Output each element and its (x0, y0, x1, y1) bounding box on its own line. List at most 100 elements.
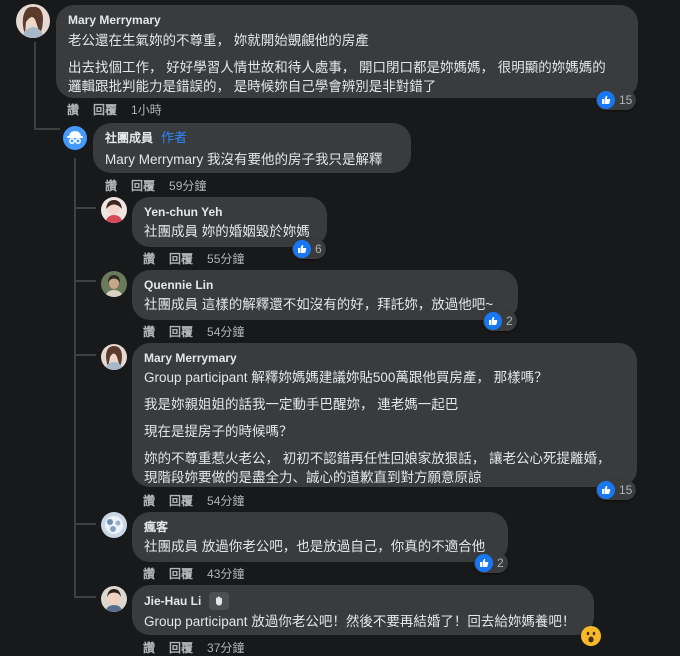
avatar[interactable] (101, 271, 127, 297)
comment-text: 出去找個工作， 好好學習人情世故和待人處事， 開口閉口都是妳媽媽， 很明顯的妳媽… (68, 60, 606, 75)
like-button[interactable]: 讚 (67, 101, 79, 118)
avatar[interactable] (101, 344, 127, 370)
comment-author[interactable]: 社團成員 作者 (105, 130, 399, 146)
comment-actions: 讚 回覆 43分鐘 (143, 565, 244, 582)
reaction-number: 6 (315, 242, 322, 256)
comment-text: 我是妳親姐姐的話我一定動手巴醒妳， 連老媽一起巴 (144, 397, 459, 412)
timestamp[interactable]: 59分鐘 (169, 177, 206, 194)
avatar[interactable] (101, 586, 127, 612)
like-icon (484, 312, 502, 330)
like-button[interactable]: 讚 (105, 177, 117, 194)
comment-body: 這樣的解釋還不如沒有的好，拜託妳，放過他吧~ (201, 297, 494, 312)
comment-actions: 讚 回覆 55分鐘 (143, 250, 244, 267)
comment-bubble: Mary Merrymary Group participant 解釋妳媽媽建議… (132, 343, 637, 487)
comment-text: 邏輯跟批判能力是錯誤的， 是時候妳自己學會辨別是非對錯了 (68, 79, 437, 94)
reply-button[interactable]: 回覆 (169, 250, 193, 267)
mention-link[interactable]: Mary Merrymary (105, 152, 203, 167)
comment-author[interactable]: 瘋客 (144, 519, 496, 535)
timestamp[interactable]: 1小時 (131, 101, 162, 118)
author-name[interactable]: Mary Merrymary (68, 12, 161, 28)
comment-text: 社團成員 放過你老公吧，也是放過自己，你真的不適合他 (144, 537, 496, 556)
mention-link[interactable]: Group participant (144, 614, 248, 629)
comment-body: 我沒有要他的房子我只是解釋 (207, 152, 383, 167)
comment-body: 解釋妳媽媽建議妳貼500萬跟他買房產， 那樣嗎？ (251, 370, 548, 385)
mention-link[interactable]: Group participant (144, 370, 248, 385)
reaction-number: 15 (619, 93, 633, 107)
author-name[interactable]: 瘋客 (144, 519, 168, 535)
comment-actions: 讚 回覆 37分鐘 (143, 639, 244, 656)
reaction-count[interactable]: 2 (474, 553, 508, 573)
comment-text: 現階段妳要做的是盡全力、誠心的道歉直到對方願意原諒 (144, 470, 482, 485)
anonymous-member-icon[interactable] (63, 126, 87, 150)
wow-icon[interactable] (581, 626, 601, 646)
like-button[interactable]: 讚 (143, 639, 155, 656)
comment-text: Mary Merrymary 我沒有要他的房子我只是解釋 (105, 150, 399, 169)
thread-line-branch (74, 207, 96, 209)
thread-line-replies (74, 158, 76, 598)
comment-actions: 讚 回覆 54分鐘 (143, 492, 244, 509)
comment-bubble: Mary Merrymary 老公還在生氣妳的不尊重， 妳就開始覬覦他的房產 出… (56, 5, 638, 98)
reaction-number: 2 (497, 556, 504, 570)
timestamp[interactable]: 54分鐘 (207, 323, 244, 340)
author-badge: 作者 (161, 130, 188, 145)
reaction-count[interactable]: 6 (292, 239, 326, 259)
like-button[interactable]: 讚 (143, 492, 155, 509)
like-button[interactable]: 讚 (143, 250, 155, 267)
like-icon (597, 91, 615, 109)
reaction-count[interactable]: 15 (596, 480, 637, 500)
mention-link[interactable]: 社團成員 (144, 224, 198, 239)
comment-actions: 讚 回覆 54分鐘 (143, 323, 244, 340)
comment-bubble: 瘋客 社團成員 放過你老公吧，也是放過自己，你真的不適合他 (132, 512, 508, 562)
author-name[interactable]: Jie-Hau Li (144, 593, 201, 609)
comment-text: 老公還在生氣妳的不尊重， 妳就開始覬覦他的房產 (68, 33, 369, 48)
timestamp[interactable]: 37分鐘 (207, 639, 244, 656)
comment-author[interactable]: Quennie Lin (144, 277, 506, 293)
comment-author[interactable]: Jie-Hau Li (144, 592, 582, 610)
comment-text: Group participant 解釋妳媽媽建議妳貼500萬跟他買房產， 那樣… (144, 368, 625, 387)
reply-button[interactable]: 回覆 (169, 639, 193, 656)
comment-author[interactable]: Mary Merrymary (144, 350, 625, 366)
thread-line-branch (74, 523, 96, 525)
like-button[interactable]: 讚 (143, 323, 155, 340)
reaction-number: 2 (506, 314, 513, 328)
thread-line-main (34, 42, 36, 130)
reply-button[interactable]: 回覆 (93, 101, 117, 118)
mention-link[interactable]: 社團成員 (144, 539, 198, 554)
comment-text: 社團成員 這樣的解釋還不如沒有的好，拜託妳，放過他吧~ (144, 295, 506, 314)
comment-bubble: Quennie Lin 社團成員 這樣的解釋還不如沒有的好，拜託妳，放過他吧~ (132, 270, 518, 320)
comment-body: 妳的婚姻毀於妳媽 (201, 224, 310, 239)
reaction-count[interactable]: 15 (596, 90, 637, 110)
comment-actions: 讚 回覆 59分鐘 (105, 177, 206, 194)
reply-button[interactable]: 回覆 (169, 323, 193, 340)
comment-body: 放過你老公吧，也是放過自己，你真的不適合他 (201, 539, 486, 554)
comment-author[interactable]: Yen-chun Yeh (144, 204, 315, 220)
like-button[interactable]: 讚 (143, 565, 155, 582)
mention-link[interactable]: 社團成員 (144, 297, 198, 312)
author-name[interactable]: Mary Merrymary (144, 350, 237, 366)
timestamp[interactable]: 55分鐘 (207, 250, 244, 267)
thread-line-main-curve (34, 128, 60, 130)
comment-text: 社團成員 妳的婚姻毀於妳媽 (144, 222, 315, 241)
avatar[interactable] (101, 197, 127, 223)
thread-line-branch (74, 596, 96, 598)
reply-button[interactable]: 回覆 (169, 565, 193, 582)
timestamp[interactable]: 54分鐘 (207, 492, 244, 509)
reaction-number: 15 (619, 483, 633, 497)
avatar[interactable] (101, 512, 127, 538)
comment-bubble: Jie-Hau Li Group participant 放過你老公吧！然後不要… (132, 585, 594, 635)
author-name[interactable]: Quennie Lin (144, 277, 213, 293)
author-name[interactable]: Yen-chun Yeh (144, 204, 222, 220)
timestamp[interactable]: 43分鐘 (207, 565, 244, 582)
reply-button[interactable]: 回覆 (131, 177, 155, 194)
comment-actions: 讚 回覆 1小時 (67, 101, 162, 118)
comment-author[interactable]: Mary Merrymary (68, 12, 626, 28)
comment-text: Group participant 放過你老公吧！然後不要再結婚了！回去給妳媽養… (144, 612, 582, 631)
avatar[interactable] (16, 4, 50, 38)
author-name[interactable]: 社團成員 (105, 130, 153, 146)
thread-line-branch (74, 354, 96, 356)
reaction-count[interactable]: 2 (483, 311, 517, 331)
comment-bubble: 社團成員 作者 Mary Merrymary 我沒有要他的房子我只是解釋 (93, 123, 411, 173)
like-icon (597, 481, 615, 499)
reply-button[interactable]: 回覆 (169, 492, 193, 509)
thread-line-branch (74, 280, 96, 282)
